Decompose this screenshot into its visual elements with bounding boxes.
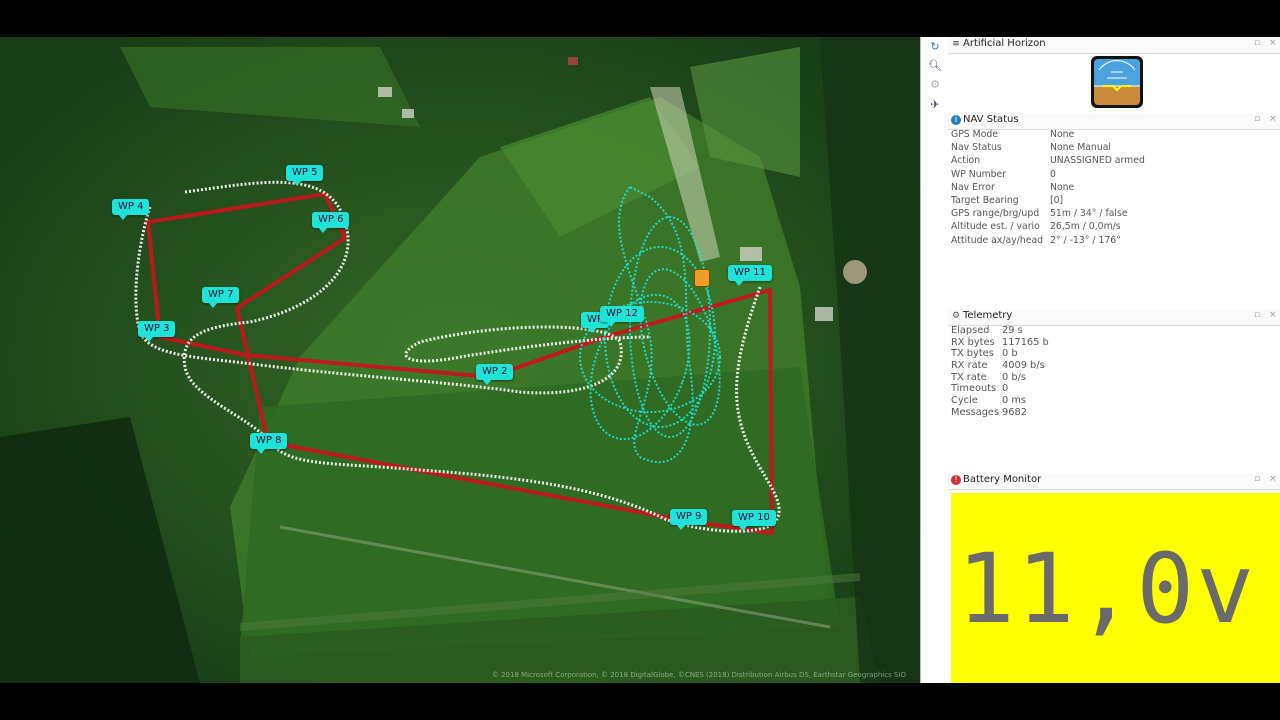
row-value: 0 (1002, 383, 1009, 395)
row-label: GPS range/brg/upd (951, 208, 1040, 220)
satellite-map (0, 37, 920, 683)
panel-header: ⚙ Telemetry ▫ × (948, 309, 1280, 326)
close-icon[interactable]: × (1269, 474, 1277, 484)
row-label: Nav Status (951, 142, 1002, 154)
connect-icon[interactable]: ✈ (928, 98, 942, 112)
search-icon[interactable]: 🔍︎ (928, 59, 942, 73)
row-label: TX rate (951, 371, 987, 383)
minimize-icon[interactable]: ▫ (1254, 474, 1260, 484)
battery-voltage-display: 11,0v (951, 493, 1280, 683)
waypoint-marker[interactable]: WP 11 (728, 265, 772, 286)
row-value: 2° / -13° / 176° (1050, 234, 1121, 246)
artificial-horizon-panel: ≡ Artificial Horizon ▫ × (948, 37, 1280, 109)
row-value: 0 b/s (1002, 371, 1026, 383)
row-label: RX rate (951, 360, 988, 372)
map-attribution: © 2018 Microsoft Corporation, © 2018 Dig… (491, 671, 906, 679)
row-value: None (1050, 181, 1075, 193)
alert-icon: ! (951, 475, 961, 485)
battery-monitor-panel: ! Battery Monitor ▫ × 11,0v (948, 473, 1280, 683)
waypoint-marker[interactable]: WP 9 (670, 509, 708, 530)
panel-title: Artificial Horizon (963, 38, 1046, 49)
uav-icon[interactable] (694, 269, 710, 287)
row-value: 4009 b/s (1002, 360, 1045, 372)
row-label: Attitude ax/ay/head (951, 234, 1044, 246)
app-window: WP 2 WP 3 WP 4 WP 5 WP 6 WP 7 WP 8 WP 9 … (0, 37, 1280, 683)
waypoint-marker[interactable]: WP 2 (476, 364, 514, 385)
row-label: GPS Mode (951, 129, 998, 140)
row-label: RX bytes (951, 336, 995, 348)
waypoint-marker[interactable]: WP 7 (202, 287, 240, 308)
row-value: 9682 (1002, 406, 1027, 418)
row-label: Nav Error (951, 181, 995, 193)
close-icon[interactable]: × (1269, 114, 1277, 124)
panel-title: Battery Monitor (963, 474, 1042, 485)
menu-icon: ≡ (952, 39, 960, 49)
row-value: 0 (1050, 168, 1056, 180)
row-value: 0 ms (1002, 395, 1026, 407)
horizon-gauge (1091, 56, 1143, 108)
battery-voltage: 11,0v (957, 533, 1256, 645)
row-label: Elapsed (951, 325, 990, 336)
row-value: 29 s (1002, 325, 1023, 336)
panel-header: ! Battery Monitor ▫ × (948, 473, 1280, 490)
info-icon: i (951, 115, 961, 125)
waypoint-marker[interactable]: WP 6 (312, 212, 350, 233)
panel-title: Telemetry (963, 310, 1013, 321)
minimize-icon[interactable]: ▫ (1254, 38, 1260, 48)
row-value: None Manual (1050, 142, 1111, 154)
minimize-icon[interactable]: ▫ (1254, 310, 1260, 320)
row-value: 26,5m / 0,0m/s (1050, 221, 1121, 233)
row-label: Timeouts (951, 383, 997, 395)
waypoint-marker[interactable]: WP 8 (250, 433, 288, 454)
close-icon[interactable]: × (1269, 310, 1277, 320)
row-label: Target Bearing (951, 194, 1019, 206)
waypoint-marker[interactable]: WP 10 (732, 510, 776, 531)
waypoint-marker[interactable]: WP 3 (138, 321, 176, 342)
telemetry-panel: ⚙ Telemetry ▫ × Elapsed 29 s RX bytes 1171… (948, 309, 1280, 469)
row-value: 0 b (1002, 348, 1018, 360)
panel-title: NAV Status (963, 114, 1019, 125)
row-value: 51m / 34° / false (1050, 208, 1128, 220)
row-label: Messages (951, 406, 1000, 418)
panel-header: i NAV Status ▫ × (948, 113, 1280, 130)
nav-status-panel: i NAV Status ▫ × GPS Mode None Nav Status… (948, 113, 1280, 303)
map-view[interactable]: WP 2 WP 3 WP 4 WP 5 WP 6 WP 7 WP 8 WP 9 … (0, 37, 920, 683)
row-value: None (1050, 129, 1075, 140)
row-value: 117165 b (1002, 336, 1049, 348)
map-toolbar: ↻ 🔍︎ ⚙ ✈ (920, 37, 949, 683)
waypoint-marker[interactable]: WP 5 (286, 165, 324, 186)
waypoint-marker[interactable]: WP 12 (600, 306, 644, 327)
waypoint-marker[interactable]: WP 4 (112, 199, 150, 220)
gear-icon[interactable]: ⚙ (928, 78, 942, 92)
refresh-icon[interactable]: ↻ (928, 40, 942, 54)
side-panels: ≡ Artificial Horizon ▫ × i NAV Status ▫ … (948, 37, 1280, 683)
gears-icon: ⚙ (951, 311, 961, 321)
row-label: Altitude est. / vario (951, 221, 1040, 233)
row-label: Cycle (951, 395, 978, 407)
row-label: TX bytes (951, 348, 994, 360)
minimize-icon[interactable]: ▫ (1254, 114, 1260, 124)
row-value: [0] (1050, 194, 1064, 206)
row-value: UNASSIGNED armed (1050, 155, 1145, 167)
panel-header: ≡ Artificial Horizon ▫ × (948, 37, 1280, 54)
close-icon[interactable]: × (1269, 38, 1277, 48)
row-label: WP Number (951, 168, 1007, 180)
row-label: Action (951, 155, 981, 167)
